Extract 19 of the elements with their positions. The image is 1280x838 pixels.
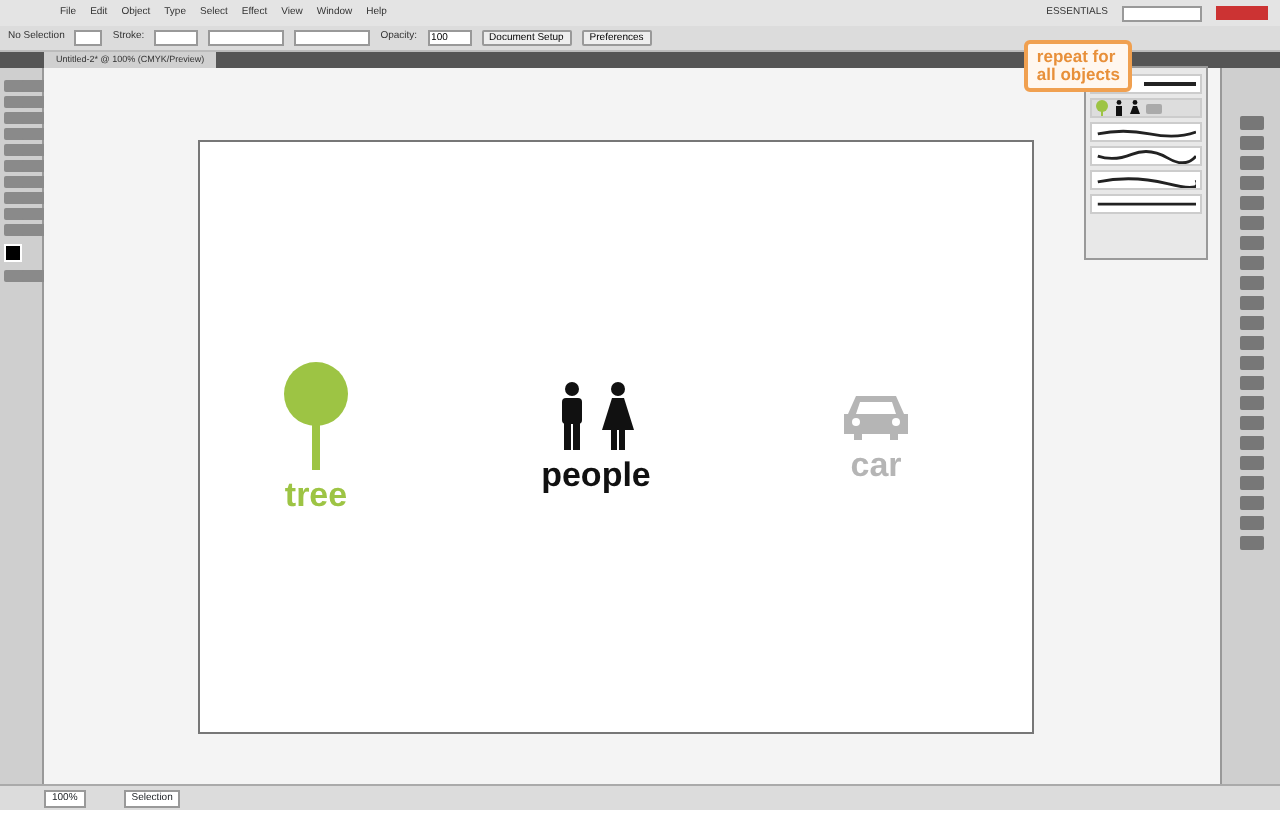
tree-icon: [1096, 100, 1108, 116]
person-icon: [1130, 100, 1140, 116]
tree-icon: [282, 362, 350, 470]
style-dropdown[interactable]: [294, 30, 371, 46]
search-field[interactable]: [1122, 5, 1202, 21]
object-label: car: [850, 448, 902, 482]
brush-stroke-icon: [1144, 82, 1196, 86]
brush-stroke-icon: [1096, 197, 1196, 211]
callout-text: repeat for all objects: [1036, 48, 1120, 84]
stroke-field[interactable]: [154, 30, 199, 46]
object-label: tree: [284, 478, 348, 512]
brush-dropdown[interactable]: [208, 30, 285, 46]
brush-stroke-icon: [1096, 149, 1196, 163]
object-label: people: [541, 458, 651, 492]
brush-stroke-icon: [1096, 173, 1196, 187]
fill-swatch[interactable]: [74, 30, 103, 46]
color-swatch[interactable]: [4, 244, 22, 262]
person-icon: [1114, 100, 1124, 116]
brush-stroke-icon: [1096, 125, 1196, 139]
